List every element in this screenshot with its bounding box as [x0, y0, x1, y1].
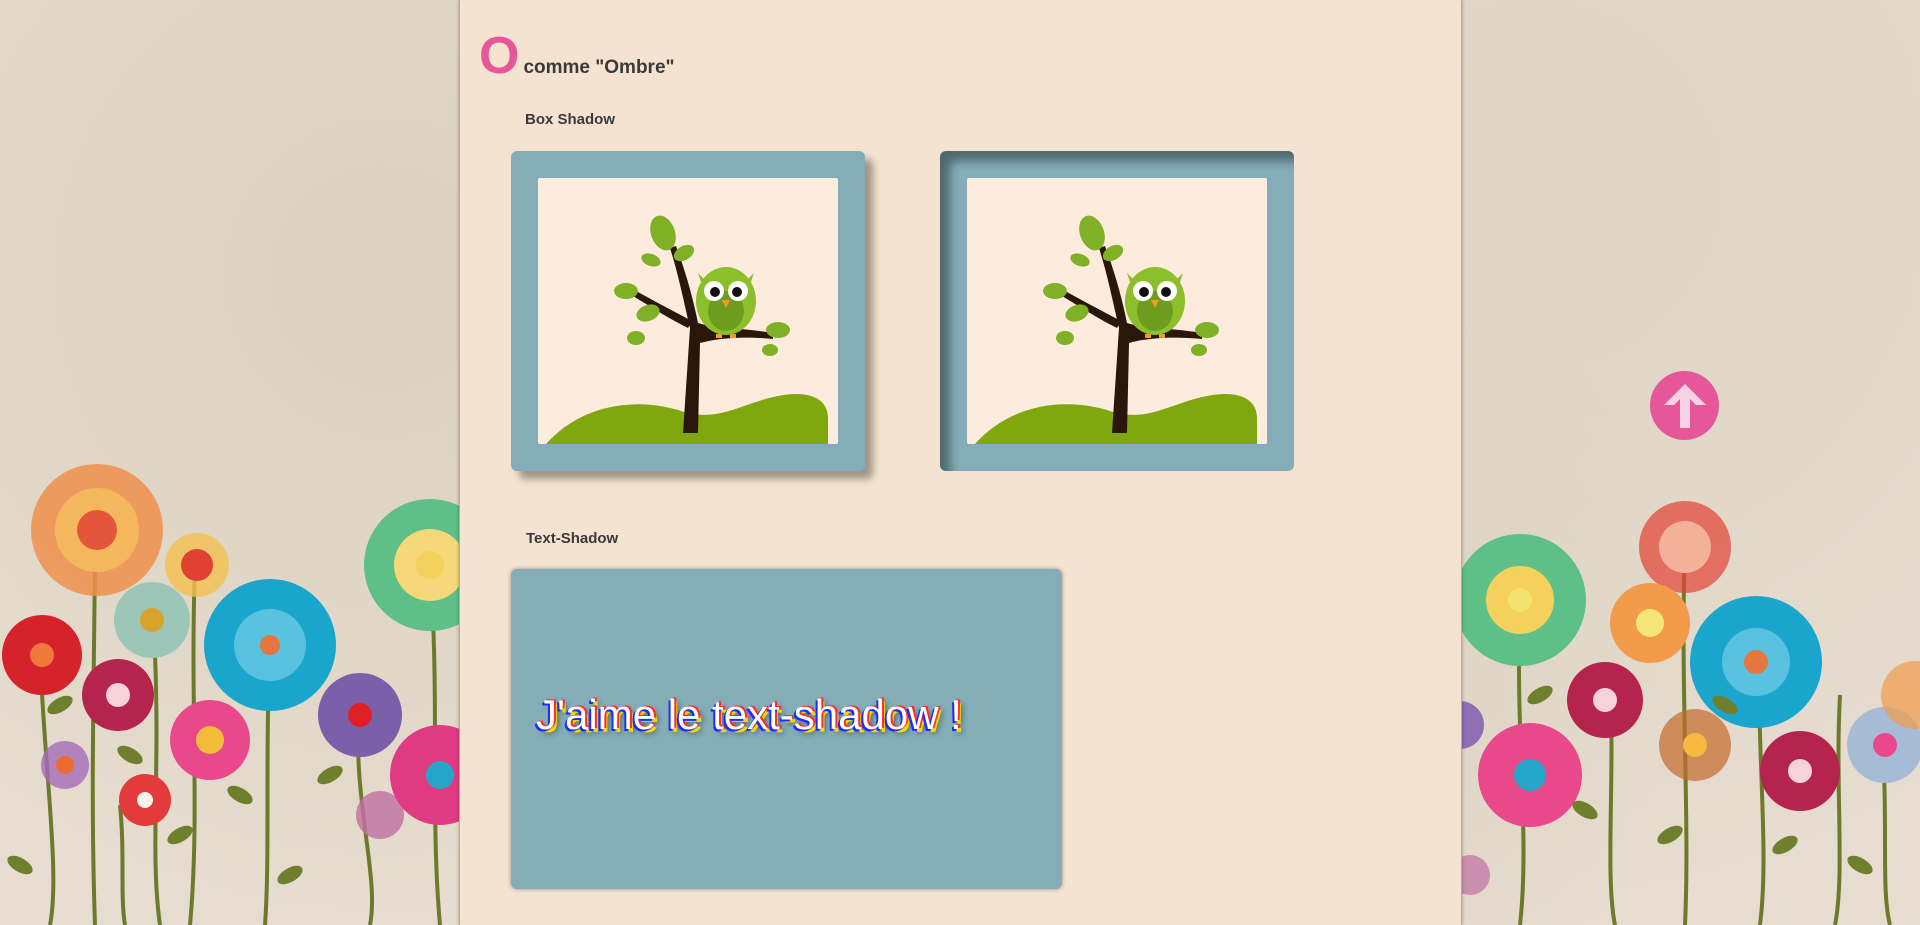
title-letter: O: [479, 27, 520, 85]
title-text: comme "Ombre": [523, 57, 675, 78]
text-shadow-sample: J'aime le text-shadow !: [536, 691, 962, 738]
arrow-up-icon: [1663, 383, 1706, 428]
flowers-decoration-left: [2, 464, 460, 925]
content-column: O comme "Ombre" Box Shadow Text-Shadow J…: [459, 0, 1462, 925]
flowers-decoration-right: [1460, 501, 1920, 925]
inner-shadow-frame: [940, 151, 1294, 471]
outer-shadow-frame: [511, 151, 865, 471]
scroll-to-top-button[interactable]: [1650, 371, 1719, 440]
owl-tree-image: [538, 178, 838, 444]
text-shadow-panel: J'aime le text-shadow !: [511, 569, 1062, 889]
section-title: O comme "Ombre": [479, 30, 675, 82]
text-shadow-heading: Text-Shadow: [526, 530, 619, 547]
box-shadow-heading: Box Shadow: [525, 111, 616, 128]
owl-tree-image: [967, 178, 1267, 444]
